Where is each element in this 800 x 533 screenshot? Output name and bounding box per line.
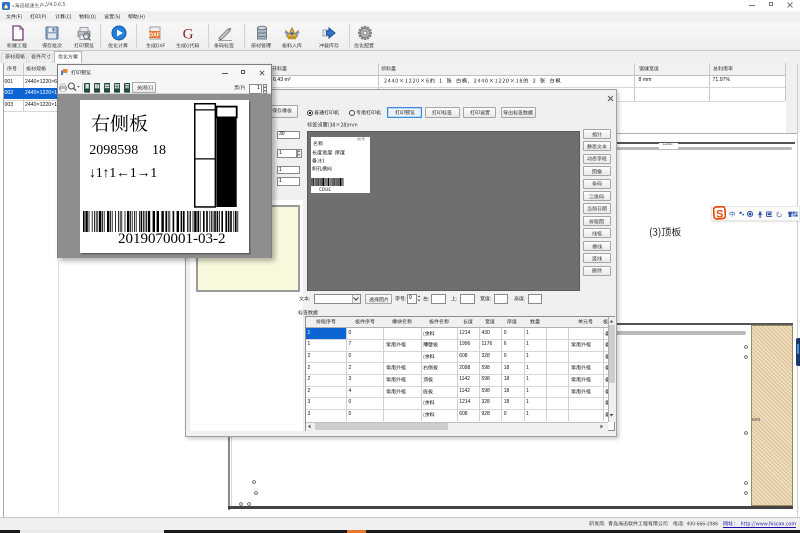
svg-text:G: G <box>183 26 194 41</box>
svg-text:DXF: DXF <box>149 32 161 38</box>
svg-text:S: S <box>716 209 723 221</box>
